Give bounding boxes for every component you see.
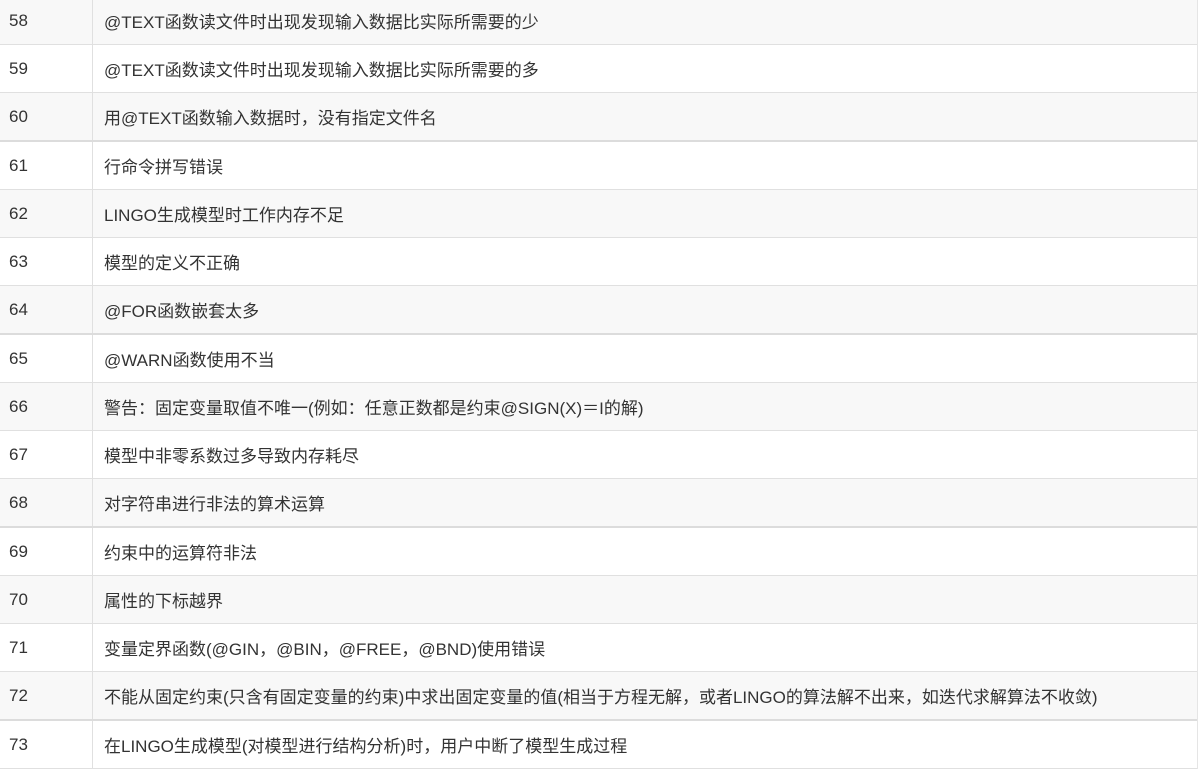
- error-description: @TEXT函数读文件时出现发现输入数据比实际所需要的多: [104, 61, 539, 80]
- table-row: 69 约束中的运算符非法: [0, 528, 1197, 576]
- error-description: 变量定界函数(@GIN，@BIN，@FREE，@BND)使用错误: [104, 640, 546, 659]
- table-row: 59 @TEXT函数读文件时出现发现输入数据比实际所需要的多: [0, 45, 1197, 93]
- error-description: 模型的定义不正确: [104, 254, 240, 273]
- error-code: 69: [0, 528, 93, 575]
- error-code: 67: [0, 431, 93, 478]
- table-row: 64 @FOR函数嵌套太多: [0, 286, 1197, 335]
- error-code: 68: [0, 479, 93, 526]
- error-code: 66: [0, 383, 93, 430]
- error-code: 60: [0, 93, 93, 140]
- error-code: 73: [0, 721, 93, 768]
- error-code: 65: [0, 335, 93, 382]
- error-code: 71: [0, 624, 93, 671]
- error-description: 用@TEXT函数输入数据时，没有指定文件名: [104, 109, 437, 128]
- error-code: 59: [0, 45, 93, 92]
- error-description: 属性的下标越界: [104, 592, 223, 611]
- error-code: 62: [0, 190, 93, 237]
- error-description: 警告：固定变量取值不唯一(例如：任意正数都是约束@SIGN(X)＝I的解): [104, 399, 644, 418]
- table-row: 65 @WARN函数使用不当: [0, 335, 1197, 383]
- error-description: 对字符串进行非法的算术运算: [104, 495, 325, 514]
- table-row: 71 变量定界函数(@GIN，@BIN，@FREE，@BND)使用错误: [0, 624, 1197, 672]
- error-code: 70: [0, 576, 93, 623]
- table-row: 68 对字符串进行非法的算术运算: [0, 479, 1197, 528]
- error-code: 72: [0, 672, 93, 719]
- table-row: 62 LINGO生成模型时工作内存不足: [0, 190, 1197, 238]
- table-row: 72 不能从固定约束(只含有固定变量的约束)中求出固定变量的值(相当于方程无解，…: [0, 672, 1197, 721]
- error-description: @FOR函数嵌套太多: [104, 302, 260, 321]
- error-description: @TEXT函数读文件时出现发现输入数据比实际所需要的少: [104, 13, 539, 32]
- error-description: 约束中的运算符非法: [104, 544, 257, 563]
- table-row: 61 行命令拼写错误: [0, 142, 1197, 190]
- error-code: 63: [0, 238, 93, 285]
- error-description: 模型中非零系数过多导致内存耗尽: [104, 447, 359, 466]
- error-code-table: 58 @TEXT函数读文件时出现发现输入数据比实际所需要的少 59 @TEXT函…: [0, 0, 1198, 769]
- table-row: 73 在LINGO生成模型(对模型进行结构分析)时，用户中断了模型生成过程: [0, 721, 1197, 769]
- error-code: 58: [0, 0, 93, 44]
- error-description: 行命令拼写错误: [104, 158, 223, 177]
- table-row: 60 用@TEXT函数输入数据时，没有指定文件名: [0, 93, 1197, 142]
- error-description: LINGO生成模型时工作内存不足: [104, 206, 344, 225]
- error-code: 61: [0, 142, 93, 189]
- table-row: 70 属性的下标越界: [0, 576, 1197, 624]
- table-row: 66 警告：固定变量取值不唯一(例如：任意正数都是约束@SIGN(X)＝I的解): [0, 383, 1197, 431]
- error-description: @WARN函数使用不当: [104, 351, 275, 370]
- table-row: 63 模型的定义不正确: [0, 238, 1197, 286]
- error-description: 不能从固定约束(只含有固定变量的约束)中求出固定变量的值(相当于方程无解，或者L…: [104, 688, 1098, 707]
- table-row: 67 模型中非零系数过多导致内存耗尽: [0, 431, 1197, 479]
- error-description: 在LINGO生成模型(对模型进行结构分析)时，用户中断了模型生成过程: [104, 737, 628, 756]
- error-code: 64: [0, 286, 93, 333]
- table-row: 58 @TEXT函数读文件时出现发现输入数据比实际所需要的少: [0, 0, 1197, 45]
